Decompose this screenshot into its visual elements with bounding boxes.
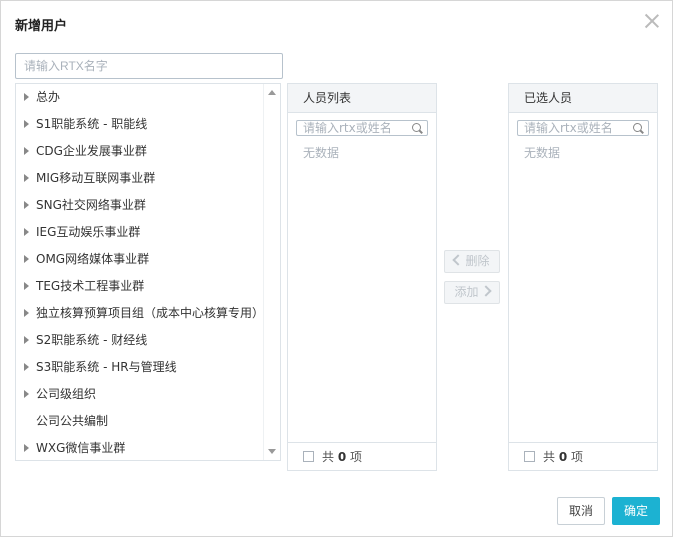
expand-arrow-icon[interactable] — [24, 309, 29, 317]
selected-users-search-input[interactable] — [518, 121, 632, 135]
tree-item[interactable]: 独立核算预算项目组（成本中心核算专用） — [16, 300, 264, 327]
tree-item-label: 公司级组织 — [36, 387, 97, 401]
expand-arrow-icon[interactable] — [24, 390, 29, 398]
tree-item[interactable]: S3职能系统 - HR与管理线 — [16, 354, 264, 381]
delete-button[interactable]: 删除 — [444, 250, 500, 273]
tree-item[interactable]: S1职能系统 - 职能线 — [16, 111, 264, 138]
expand-arrow-icon[interactable] — [24, 93, 29, 101]
expand-arrow-icon[interactable] — [24, 201, 29, 209]
expand-arrow-icon[interactable] — [24, 147, 29, 155]
tree-item-label: 独立核算预算项目组（成本中心核算专用） — [36, 306, 265, 320]
expand-arrow-icon[interactable] — [24, 120, 29, 128]
selected-users-header: 已选人员 — [509, 84, 657, 113]
tree-item-label: TEG技术工程事业群 — [36, 279, 145, 293]
search-icon[interactable] — [412, 123, 421, 132]
user-list-footer: 共 0 项 — [288, 442, 436, 470]
scroll-down-icon[interactable] — [268, 449, 276, 454]
tree-item[interactable]: WXG微信事业群 — [16, 435, 264, 460]
expand-arrow-icon[interactable] — [24, 174, 29, 182]
user-list-search[interactable] — [296, 120, 428, 136]
expand-arrow-icon[interactable] — [24, 363, 29, 371]
footer-prefix: 共 — [543, 450, 556, 464]
selected-users-empty: 无数据 — [524, 146, 561, 160]
search-icon[interactable] — [633, 123, 642, 132]
select-all-checkbox[interactable] — [303, 451, 314, 462]
tree-item[interactable]: SNG社交网络事业群 — [16, 192, 264, 219]
tree-item-label: CDG企业发展事业群 — [36, 144, 147, 158]
expand-arrow-icon[interactable] — [24, 336, 29, 344]
tree-item[interactable]: 公司级组织 — [16, 381, 264, 408]
tree-item[interactable]: TEG技术工程事业群 — [16, 273, 264, 300]
org-tree: 总办 S1职能系统 - 职能线 CDG企业发展事业群 MIG移动互联网事业群 SNG社交… — [15, 83, 281, 461]
tree-item-label: MIG移动互联网事业群 — [36, 171, 156, 185]
tree-item[interactable]: IEG互动娱乐事业群 — [16, 219, 264, 246]
org-tree-list: 总办 S1职能系统 - 职能线 CDG企业发展事业群 MIG移动互联网事业群 SNG社交… — [16, 84, 264, 460]
add-label: 添加 — [454, 285, 479, 299]
cancel-button[interactable]: 取消 — [557, 497, 605, 525]
rtx-search-input[interactable] — [15, 53, 283, 79]
tree-item[interactable]: MIG移动互联网事业群 — [16, 165, 264, 192]
tree-item[interactable]: S2职能系统 - 财经线 — [16, 327, 264, 354]
close-icon[interactable] — [642, 11, 662, 31]
expand-arrow-icon[interactable] — [24, 228, 29, 236]
tree-item[interactable]: CDG企业发展事业群 — [16, 138, 264, 165]
footer-prefix: 共 — [322, 450, 335, 464]
user-list-count: 0 — [337, 450, 347, 464]
footer-suffix: 项 — [350, 450, 363, 464]
select-all-checkbox[interactable] — [524, 451, 535, 462]
expand-arrow-icon[interactable] — [24, 444, 29, 452]
selected-users-footer: 共 0 项 — [509, 442, 657, 470]
delete-label: 删除 — [465, 254, 490, 268]
tree-item-label: S1职能系统 - 职能线 — [36, 117, 148, 131]
add-button[interactable]: 添加 — [444, 281, 500, 304]
user-list-search-input[interactable] — [297, 121, 411, 135]
selected-users-search[interactable] — [517, 120, 649, 136]
selected-users-count: 0 — [558, 450, 568, 464]
add-user-dialog: 新增用户 总办 S1职能系统 - 职能线 CDG企业发展事业群 MIG移动互联网事业群… — [0, 0, 673, 537]
tree-scrollbar[interactable] — [263, 84, 280, 460]
tree-item-label: SNG社交网络事业群 — [36, 198, 146, 212]
footer-suffix: 项 — [571, 450, 584, 464]
user-list-header: 人员列表 — [288, 84, 436, 113]
chevron-right-icon — [479, 285, 492, 297]
expand-arrow-icon[interactable] — [24, 282, 29, 290]
expand-arrow-icon[interactable] — [24, 255, 29, 263]
tree-item-label: IEG互动娱乐事业群 — [36, 225, 141, 239]
tree-item[interactable]: OMG网络媒体事业群 — [16, 246, 264, 273]
tree-item-label: S2职能系统 - 财经线 — [36, 333, 148, 347]
user-list-empty: 无数据 — [303, 146, 340, 160]
scroll-up-icon[interactable] — [268, 90, 276, 95]
tree-item-label: S3职能系统 - HR与管理线 — [36, 360, 177, 374]
tree-item-label: WXG微信事业群 — [36, 441, 126, 455]
tree-item-label: OMG网络媒体事业群 — [36, 252, 150, 266]
tree-item-label: 公司公共编制 — [36, 414, 109, 428]
chevron-left-icon — [452, 254, 465, 266]
dialog-title: 新增用户 — [15, 19, 68, 34]
selected-users-panel: 已选人员 无数据 共 0 项 — [508, 83, 658, 471]
confirm-button[interactable]: 确定 — [612, 497, 660, 525]
tree-item[interactable]: 公司公共编制 — [16, 408, 264, 435]
user-list-panel: 人员列表 无数据 共 0 项 — [287, 83, 437, 471]
tree-item-label: 总办 — [36, 90, 61, 104]
tree-item[interactable]: 总办 — [16, 84, 264, 111]
